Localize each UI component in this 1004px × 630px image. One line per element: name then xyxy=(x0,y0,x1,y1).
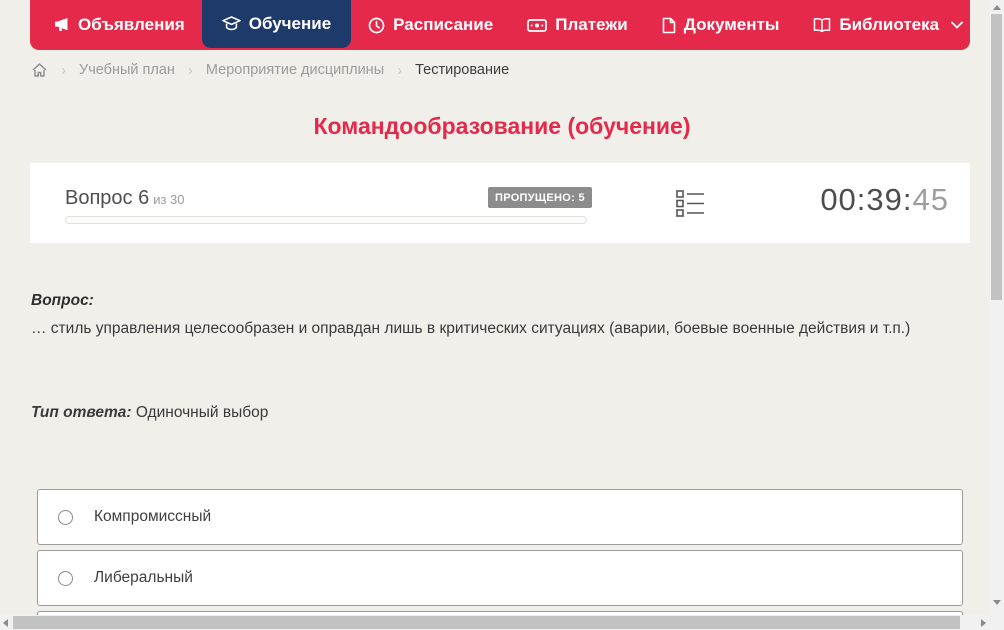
chevron-down-icon xyxy=(951,21,963,29)
document-icon xyxy=(662,17,676,34)
nav-item-schedule[interactable]: Расписание xyxy=(351,0,510,50)
horizontal-scrollbar-thumb[interactable] xyxy=(13,616,960,629)
nav-item-learning[interactable]: Обучение xyxy=(201,0,352,48)
answer-options: Компромиссный Либеральный xyxy=(37,489,963,630)
graduation-cap-icon xyxy=(221,15,241,33)
skipped-badge: ПРОПУЩЕНО: 5 xyxy=(488,187,592,208)
radio-button[interactable] xyxy=(58,570,73,586)
top-navbar: Объявления Обучение Расписание Платежи Д… xyxy=(30,0,970,50)
answer-type-label: Тип ответа: xyxy=(31,404,132,421)
scroll-up-arrow-icon[interactable] xyxy=(993,5,1001,10)
timer: 00:39:45 xyxy=(820,182,949,218)
nav-item-announcements[interactable]: Объявления xyxy=(36,0,202,50)
nav-item-label: Библиотека xyxy=(839,15,940,34)
clock-icon xyxy=(368,17,385,34)
answer-type-value: Одиночный выбор xyxy=(135,404,269,421)
answer-type-line: Тип ответа: Одиночный выбор xyxy=(31,404,268,422)
nav-item-label: Платежи xyxy=(555,15,628,34)
scrollbar-corner xyxy=(989,615,1004,630)
horizontal-scrollbar[interactable] xyxy=(0,615,989,630)
chevron-right-icon: › xyxy=(61,61,66,79)
scroll-left-arrow-icon[interactable] xyxy=(3,619,8,627)
nav-item-payments[interactable]: Платежи xyxy=(510,0,645,50)
nav-item-library[interactable]: Библиотека xyxy=(796,0,980,50)
cash-icon xyxy=(527,18,548,33)
nav-item-label: Документы xyxy=(683,15,780,34)
page-title: Командообразование (обучение) xyxy=(313,113,691,139)
vertical-scrollbar-thumb[interactable] xyxy=(991,14,1002,300)
progress-bar xyxy=(65,216,587,224)
question-total-label: из 30 xyxy=(153,192,185,207)
chevron-right-icon: › xyxy=(397,61,403,79)
home-icon[interactable] xyxy=(31,62,48,78)
radio-button[interactable] xyxy=(58,509,73,525)
breadcrumb: › Учебный план › Мероприятие дисциплины … xyxy=(31,62,509,78)
nav-item-label: Обучение xyxy=(248,14,332,33)
question-panel: Вопрос 6 из 30 ПРОПУЩЕНО: 5 00:39:45 xyxy=(30,163,970,243)
question-list-icon[interactable] xyxy=(676,190,705,222)
breadcrumb-item-discipline-event[interactable]: Мероприятие дисциплины xyxy=(206,62,384,78)
breadcrumb-item-study-plan[interactable]: Учебный план xyxy=(79,62,175,78)
option-label: Компромиссный xyxy=(94,508,212,525)
book-icon xyxy=(813,17,831,33)
megaphone-icon xyxy=(53,17,70,33)
question-number-label: Вопрос 6 xyxy=(65,187,150,209)
timer-seconds: 45 xyxy=(912,182,949,217)
scroll-down-arrow-icon[interactable] xyxy=(993,600,1001,605)
question-prompt-label: Вопрос: xyxy=(31,292,94,309)
scroll-right-arrow-icon[interactable] xyxy=(981,619,986,627)
question-number: Вопрос 6 из 30 xyxy=(65,187,185,210)
vertical-scrollbar[interactable] xyxy=(989,0,1004,630)
timer-main: 00:39: xyxy=(820,182,913,217)
nav-item-label: Объявления xyxy=(78,15,185,34)
nav-item-label: Расписание xyxy=(393,15,494,34)
question-text: … стиль управления целесообразен и оправ… xyxy=(31,320,911,337)
breadcrumb-item-testing: Тестирование xyxy=(415,62,510,78)
answer-option-compromise[interactable]: Компромиссный xyxy=(37,489,963,545)
nav-item-documents[interactable]: Документы xyxy=(645,0,797,50)
option-label: Либеральный xyxy=(94,569,193,586)
chevron-right-icon: › xyxy=(187,61,193,79)
answer-option-liberal[interactable]: Либеральный xyxy=(37,550,963,606)
